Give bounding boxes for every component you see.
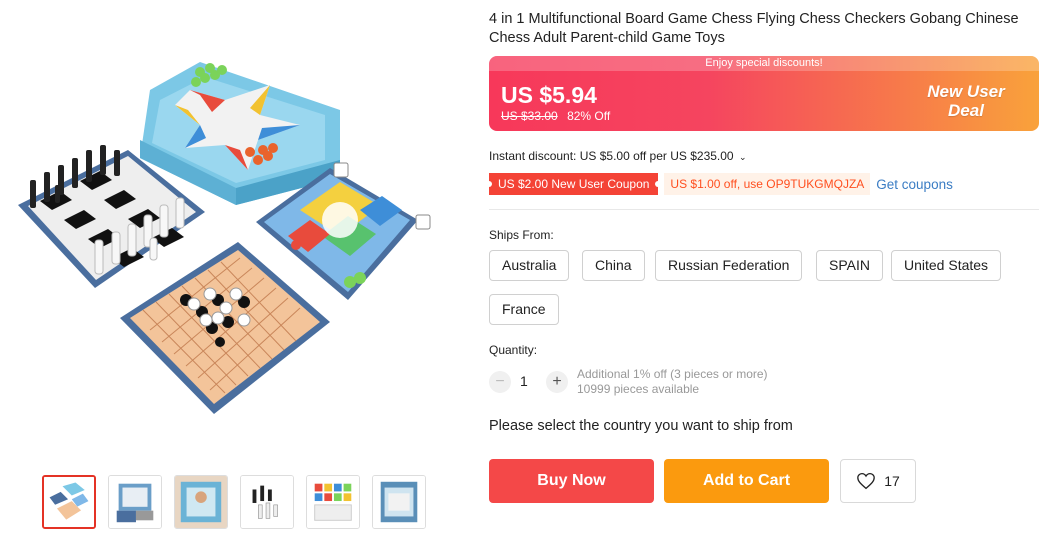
ship-option-spain[interactable]: SPAIN	[816, 250, 883, 281]
current-price: US $5.94	[501, 82, 597, 108]
quantity-note: Additional 1% off (3 pieces or more) 109…	[577, 367, 768, 397]
heart-icon	[857, 472, 876, 490]
thumbnail-3[interactable]	[174, 475, 228, 529]
ship-option-china[interactable]: China	[582, 250, 645, 281]
quantity-label: Quantity:	[489, 343, 538, 357]
instant-discount[interactable]: Instant discount: US $5.00 off per US $2…	[489, 149, 747, 163]
new-user-deal-badge: New User Deal	[927, 82, 1005, 120]
divider	[489, 209, 1039, 210]
gobang-board	[120, 242, 330, 414]
thumbnail-2[interactable]	[108, 475, 162, 529]
main-product-image[interactable]	[0, 0, 460, 455]
thumbnail-4[interactable]	[240, 475, 294, 529]
instant-discount-text: Instant discount: US $5.00 off per US $2…	[489, 149, 734, 163]
ship-option-australia[interactable]: Australia	[489, 250, 570, 281]
original-price: US $33.00	[501, 109, 558, 123]
product-photo	[18, 62, 431, 414]
chevron-down-icon: ⌄	[738, 152, 747, 162]
ship-country-message: Please select the country you want to sh…	[489, 418, 793, 434]
quantity-decrease-button[interactable]: −	[489, 371, 511, 393]
original-price-row: US $33.00 82% Off	[501, 109, 610, 123]
product-title: 4 in 1 Multifunctional Board Game Chess …	[489, 11, 1019, 46]
ship-option-united-states[interactable]: United States	[891, 250, 1002, 281]
add-to-cart-button[interactable]: Add to Cart	[664, 459, 829, 503]
stock-available: 10999 pieces available	[577, 382, 700, 396]
ship-option-france[interactable]: France	[489, 294, 559, 325]
quantity-value[interactable]: 1	[520, 373, 528, 389]
ships-from-label: Ships From:	[489, 228, 554, 242]
wishlist-count: 17	[884, 473, 900, 489]
code-coupon[interactable]: US $1.00 off, use OP9TUKGMQJZA	[664, 173, 871, 195]
buy-now-button[interactable]: Buy Now	[489, 459, 654, 503]
bulk-discount-note: Additional 1% off (3 pieces or more)	[577, 367, 768, 381]
price-banner: Enjoy special discounts! US $5.94 US $33…	[489, 56, 1039, 131]
discount-percent: 82% Off	[567, 109, 611, 123]
wishlist-button[interactable]: 17	[840, 459, 916, 503]
get-coupons-link[interactable]: Get coupons	[876, 177, 953, 192]
ship-option-russian-federation[interactable]: Russian Federation	[655, 250, 803, 281]
thumbnail-strip	[42, 475, 426, 529]
quantity-increase-button[interactable]: +	[546, 371, 568, 393]
thumbnail-5[interactable]	[306, 475, 360, 529]
promo-strip: Enjoy special discounts!	[489, 56, 1039, 71]
new-user-coupon[interactable]: US $2.00 New User Coupon	[485, 173, 662, 195]
thumbnail-1[interactable]	[42, 475, 96, 529]
thumbnail-6[interactable]	[372, 475, 426, 529]
coupon-row: US $2.00 New User Coupon US $1.00 off, u…	[485, 173, 953, 195]
product-info: 4 in 1 Multifunctional Board Game Chess …	[489, 10, 1039, 48]
